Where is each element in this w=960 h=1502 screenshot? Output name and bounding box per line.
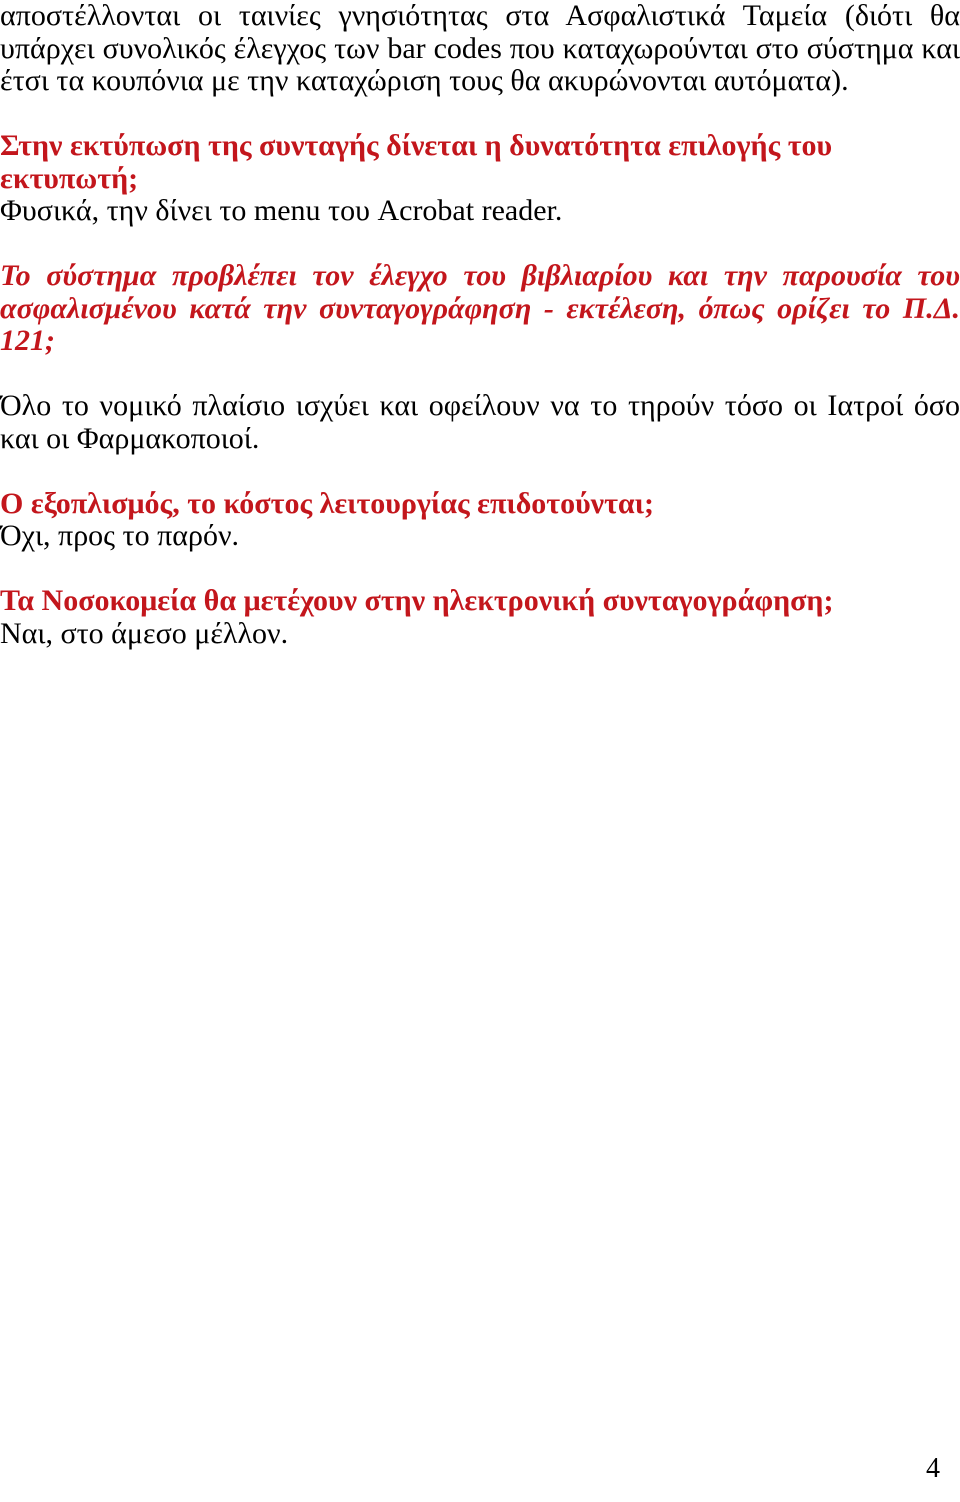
answer-1-text: Φυσικά, την δίνει το menu του Acrobat re…	[0, 194, 563, 227]
document-body: αποστέλλονται οι ταινίες γνησιότητας στα…	[0, 0, 960, 650]
question-1-heading: Στην εκτύπωση της συνταγής δίνεται η δυν…	[0, 129, 833, 195]
question-2-heading: Το σύστημα προβλέπει τον έλεγχο του βιβλ…	[0, 259, 960, 357]
answer-3-text: Όχι, προς το παρόν.	[0, 519, 240, 552]
answer-4-text: Ναι, στο άμεσο μέλλον.	[0, 616, 289, 650]
answer-2-text: Όλο το νομικό πλαίσιο ισχύει και οφείλου…	[0, 389, 960, 455]
question-3-heading: Ο εξοπλισμός, το κόστος λειτουργίας επιδ…	[0, 486, 654, 520]
question-4-heading: Τα Νοσοκομεία θα μετέχουν στην ηλεκτρονι…	[0, 584, 834, 617]
document-page: αποστέλλονται οι ταινίες γνησιότητας στα…	[0, 0, 960, 1502]
page-number: 4	[926, 1453, 940, 1484]
intro-paragraph: αποστέλλονται οι ταινίες γνησιότητας στα…	[0, 0, 960, 97]
